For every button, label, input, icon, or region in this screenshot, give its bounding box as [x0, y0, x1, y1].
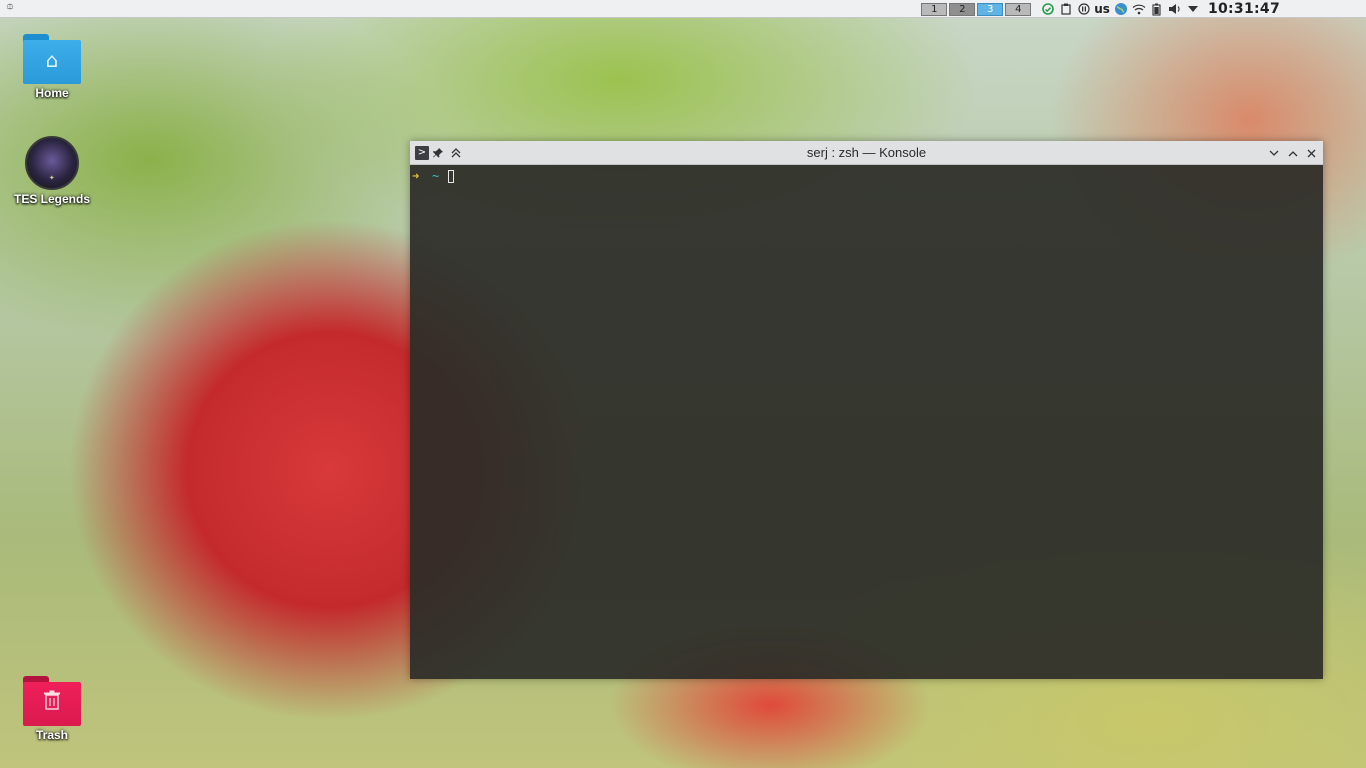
- digital-clock[interactable]: 10:31:47: [1208, 1, 1280, 17]
- prompt-arrow: ➜: [412, 169, 420, 183]
- top-panel: ⯐ 1 2 3 4 us 10:31:47: [0, 0, 1366, 18]
- volume-icon[interactable]: [1166, 1, 1184, 17]
- pin-icon[interactable]: [429, 144, 447, 162]
- minimize-button[interactable]: [1264, 144, 1283, 162]
- home-folder-icon: ⌂: [23, 34, 81, 84]
- desktop-icon-trash[interactable]: Trash: [12, 676, 92, 742]
- konsole-window[interactable]: > serj : zsh — Konsole ➜ ~: [410, 141, 1323, 679]
- maximize-button[interactable]: [1283, 144, 1302, 162]
- window-titlebar[interactable]: > serj : zsh — Konsole: [410, 141, 1323, 165]
- virtual-desktop-pager: 1 2 3 4: [921, 2, 1033, 16]
- desktop-icon-label: TES Legends: [13, 192, 90, 206]
- pager-desktop-4[interactable]: 4: [1005, 2, 1032, 16]
- network-globe-icon[interactable]: [1112, 1, 1130, 17]
- trash-folder-icon: [23, 676, 81, 726]
- pager-desktop-3[interactable]: 3: [977, 2, 1004, 16]
- battery-icon[interactable]: [1148, 1, 1166, 17]
- text-cursor: [448, 169, 454, 183]
- prompt-directory: ~: [432, 169, 440, 183]
- keyboard-layout-indicator[interactable]: us: [1093, 2, 1112, 16]
- tes-legends-app-icon: ✦: [25, 136, 79, 190]
- panel-right: 1 2 3 4 us 10:31:47: [921, 0, 1366, 18]
- launcher-icon[interactable]: ⯐: [3, 2, 17, 16]
- pager-desktop-1[interactable]: 1: [921, 2, 948, 16]
- cloud-sync-icon[interactable]: [1039, 1, 1057, 17]
- window-title: serj : zsh — Konsole: [806, 145, 927, 160]
- clipboard-icon[interactable]: [1057, 1, 1075, 17]
- close-button[interactable]: [1302, 144, 1321, 162]
- system-tray: us: [1039, 1, 1202, 17]
- keep-above-icon[interactable]: [447, 144, 465, 162]
- desktop-icon-label: Home: [35, 86, 69, 100]
- desktop-icon-tes-legends[interactable]: ✦ TES Legends: [12, 136, 92, 206]
- window-controls: [1264, 144, 1321, 162]
- expand-tray-icon[interactable]: [1184, 1, 1202, 17]
- pager-desktop-2[interactable]: 2: [949, 2, 976, 16]
- desktop-icon-home[interactable]: ⌂ Home: [12, 34, 92, 100]
- shell-prompt: ➜ ~: [412, 169, 454, 183]
- konsole-app-icon[interactable]: >: [415, 145, 429, 160]
- wifi-icon[interactable]: [1130, 1, 1148, 17]
- media-pause-icon[interactable]: [1075, 1, 1093, 17]
- terminal-area[interactable]: ➜ ~: [410, 165, 1323, 679]
- desktop-icon-label: Trash: [35, 728, 68, 742]
